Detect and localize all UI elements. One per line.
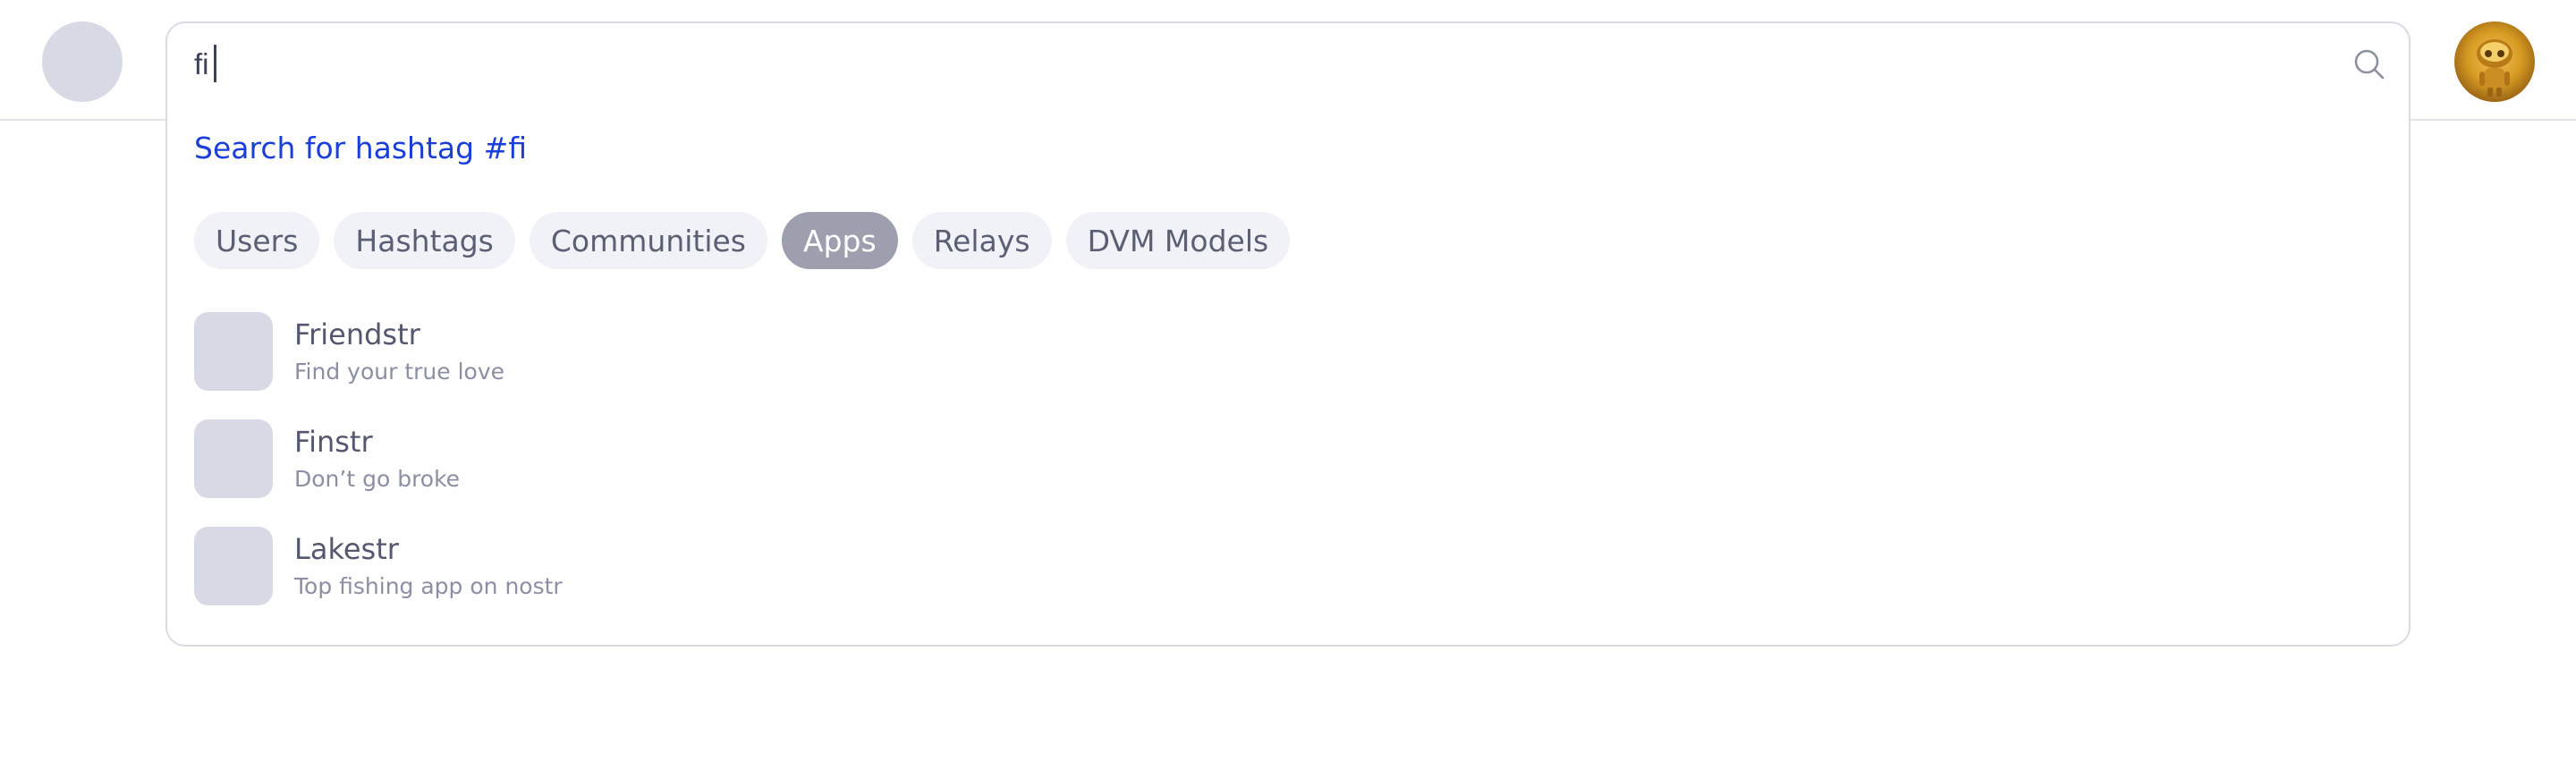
tab-apps[interactable]: Apps — [782, 212, 898, 269]
search-results-list: Friendstr Find your true love Finstr Don… — [194, 312, 1267, 634]
search-hashtag-link[interactable]: Search for hashtag #fi — [194, 131, 527, 165]
robot-avatar-icon — [2477, 39, 2512, 97]
tab-relays[interactable]: Relays — [911, 212, 1052, 269]
tab-users[interactable]: Users — [194, 212, 320, 269]
search-category-tabs: Users Hashtags Communities Apps Relays D… — [194, 212, 1291, 269]
text-caret — [214, 45, 216, 82]
result-item[interactable]: Lakestr Top fishing app on nostr — [194, 527, 1267, 607]
app-name: Finstr — [294, 425, 373, 459]
app-name: Lakestr — [294, 532, 399, 566]
result-item[interactable]: Finstr Don’t go broke — [194, 419, 1267, 500]
app-icon-placeholder — [194, 527, 273, 605]
app-description: Don’t go broke — [294, 466, 461, 492]
tab-dvm-models[interactable]: DVM Models — [1065, 212, 1291, 269]
app-name: Friendstr — [294, 317, 420, 351]
app-description: Find your true love — [294, 359, 504, 385]
top-bar: Search for hashtag #fi Users Hashtags Co… — [0, 0, 2576, 647]
app-description: Top fishing app on nostr — [294, 573, 563, 599]
search-icon[interactable] — [2352, 47, 2386, 81]
result-item[interactable]: Friendstr Find your true love — [194, 312, 1267, 393]
search-dropdown-panel: Search for hashtag #fi Users Hashtags Co… — [165, 21, 2411, 647]
user-avatar[interactable] — [2454, 21, 2535, 102]
app-icon-placeholder — [194, 312, 273, 391]
tab-hashtags[interactable]: Hashtags — [334, 212, 515, 269]
app-icon-placeholder — [194, 419, 273, 498]
logo-placeholder[interactable] — [42, 21, 123, 102]
search-input[interactable] — [194, 41, 2323, 88]
tab-communities[interactable]: Communities — [529, 212, 768, 269]
